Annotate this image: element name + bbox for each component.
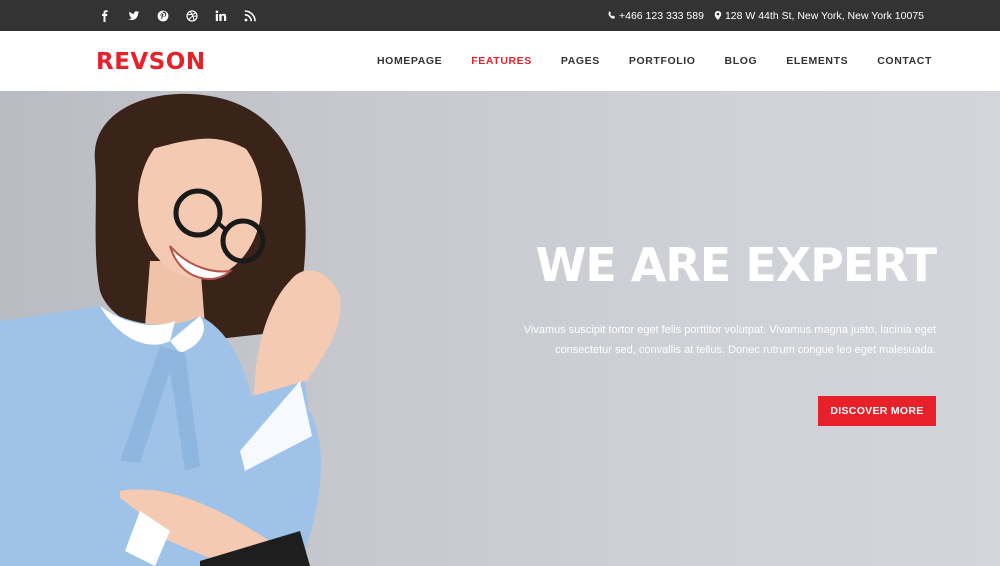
address-contact[interactable]: 128 W 44th St, New York, New York 10075 xyxy=(714,10,924,22)
nav-item-contact[interactable]: CONTACT xyxy=(877,55,932,67)
hero-title: WE ARE EXPERT xyxy=(535,238,937,292)
twitter-icon[interactable] xyxy=(125,7,142,24)
address-text: 128 W 44th St, New York, New York 10075 xyxy=(724,9,924,22)
phone-contact[interactable]: +466 123 333 589 xyxy=(608,10,704,22)
site-logo[interactable]: REVSON xyxy=(96,49,206,75)
map-marker-icon xyxy=(714,11,722,20)
phone-number: +466 123 333 589 xyxy=(618,9,704,22)
hero-section: WE ARE EXPERT Vivamus suscipit tortor eg… xyxy=(0,91,1000,566)
hero-person-image xyxy=(0,93,341,566)
nav-item-pages[interactable]: PAGES xyxy=(561,55,600,67)
nav-item-homepage[interactable]: HOMEPAGE xyxy=(377,55,442,67)
nav-item-elements[interactable]: ELEMENTS xyxy=(786,55,848,67)
social-links xyxy=(96,0,258,31)
phone-icon xyxy=(608,11,615,19)
rss-icon[interactable] xyxy=(241,7,258,24)
facebook-icon[interactable] xyxy=(96,7,113,24)
discover-more-button[interactable]: DISCOVER MORE xyxy=(818,396,936,426)
main-nav: HOMEPAGE FEATURES PAGES PORTFOLIO BLOG E… xyxy=(377,31,932,91)
top-bar: +466 123 333 589 128 W 44th St, New York… xyxy=(0,0,1000,31)
nav-item-features[interactable]: FEATURES xyxy=(471,55,532,67)
main-header: REVSON HOMEPAGE FEATURES PAGES PORTFOLIO… xyxy=(0,31,1000,91)
dribbble-icon[interactable] xyxy=(183,7,200,24)
contact-info: +466 123 333 589 128 W 44th St, New York… xyxy=(608,0,924,31)
nav-item-portfolio[interactable]: PORTFOLIO xyxy=(629,55,696,67)
linkedin-icon[interactable] xyxy=(212,7,229,24)
nav-item-blog[interactable]: BLOG xyxy=(725,55,758,67)
hero-description: Vivamus suscipit tortor eget felis portt… xyxy=(523,324,936,356)
pinterest-icon[interactable] xyxy=(154,7,171,24)
